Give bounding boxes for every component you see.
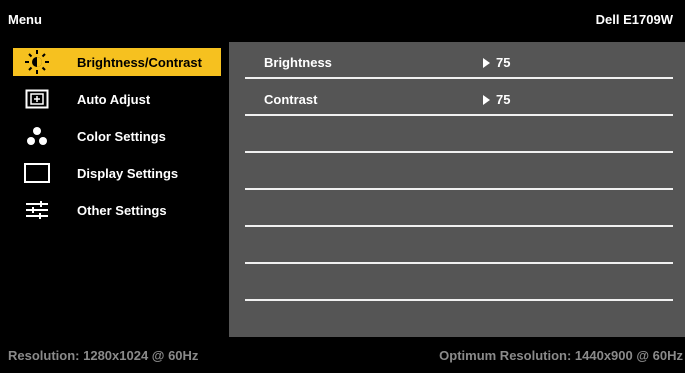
display-rectangle-icon [13, 159, 61, 187]
auto-adjust-icon [13, 85, 61, 113]
title-bar: Menu Dell E1709W [0, 0, 685, 42]
setting-row-brightness[interactable]: Brightness 75 [245, 42, 673, 79]
setting-row-empty [245, 227, 673, 264]
main-menu: Brightness/Contrast Auto Adjust Color Se… [0, 42, 229, 337]
menu-item-other-settings[interactable]: Other Settings [13, 196, 221, 224]
setting-row-empty [245, 116, 673, 153]
status-bar: Resolution: 1280x1024 @ 60Hz Optimum Res… [0, 337, 685, 373]
setting-row-empty [245, 264, 673, 301]
settings-panel: Brightness 75 Contrast 75 [229, 42, 685, 337]
setting-label: Brightness [264, 55, 332, 70]
menu-label: Display Settings [77, 165, 179, 181]
menu-item-auto-adjust[interactable]: Auto Adjust [13, 85, 221, 113]
menu-label: Auto Adjust [77, 91, 151, 107]
sun-icon [13, 48, 61, 76]
setting-value-text: 75 [496, 92, 511, 107]
menu-title: Menu [8, 12, 42, 27]
menu-item-brightness-contrast[interactable]: Brightness/Contrast [13, 48, 221, 76]
menu-item-display-settings[interactable]: Display Settings [13, 159, 221, 187]
sliders-icon [13, 196, 61, 224]
setting-row-empty [245, 190, 673, 227]
setting-row-empty [245, 153, 673, 190]
menu-label: Brightness/Contrast [77, 54, 202, 70]
setting-value-text: 75 [496, 55, 511, 70]
setting-row-contrast[interactable]: Contrast 75 [245, 79, 673, 116]
menu-label: Color Settings [77, 128, 166, 144]
color-dots-icon [13, 122, 61, 150]
optimum-resolution: Optimum Resolution: 1440x900 @ 60Hz [439, 348, 683, 363]
setting-value: 75 [483, 55, 510, 70]
menu-label: Other Settings [77, 202, 167, 218]
triangle-right-icon [483, 94, 490, 105]
current-resolution: Resolution: 1280x1024 @ 60Hz [8, 348, 199, 363]
setting-value: 75 [483, 92, 510, 107]
menu-item-color-settings[interactable]: Color Settings [13, 122, 221, 150]
triangle-right-icon [483, 57, 490, 68]
monitor-model: Dell E1709W [595, 12, 673, 27]
setting-label: Contrast [264, 92, 318, 107]
